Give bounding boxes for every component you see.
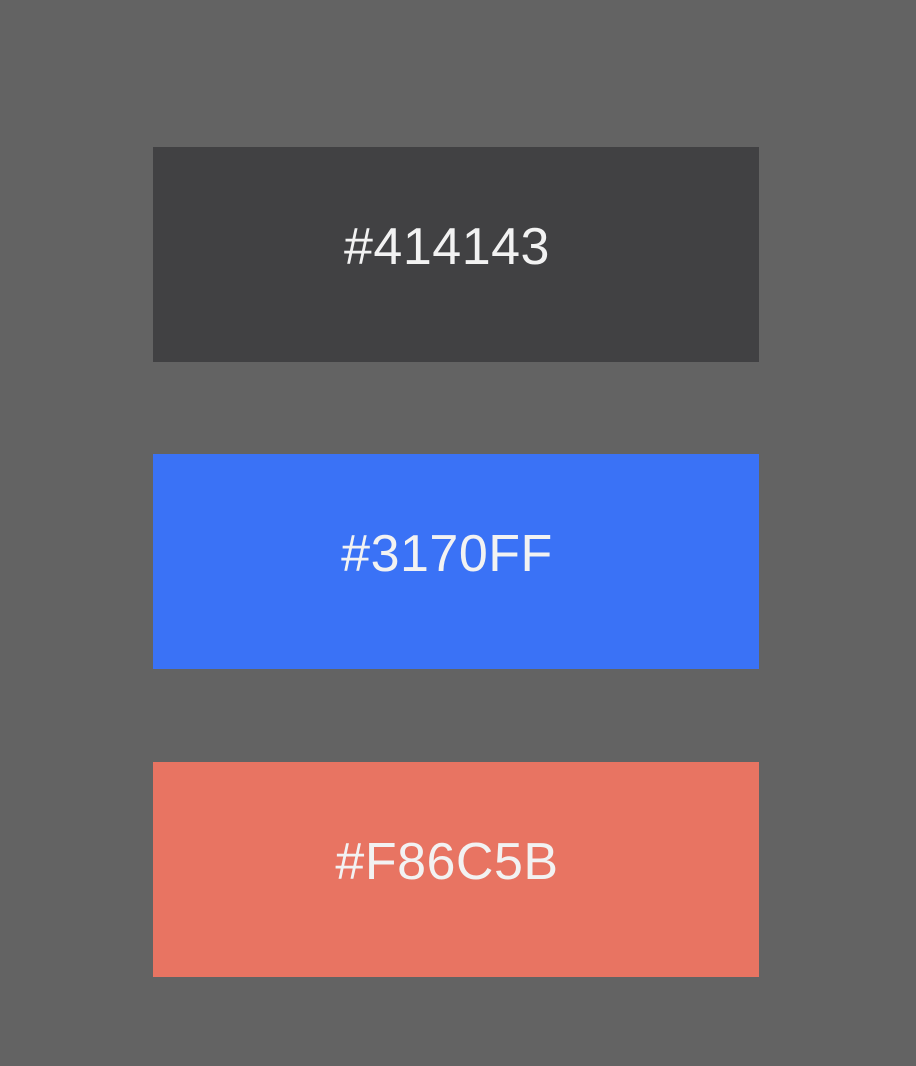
swatch-hex-label: #414143 (344, 217, 550, 276)
swatch-hex-label: #F86C5B (335, 832, 559, 891)
color-swatch-blue: #3170FF (153, 454, 759, 669)
color-swatch-dark-gray: #414143 (153, 147, 759, 362)
swatch-hex-label: #3170FF (341, 524, 553, 583)
color-swatch-coral: #F86C5B (153, 762, 759, 977)
